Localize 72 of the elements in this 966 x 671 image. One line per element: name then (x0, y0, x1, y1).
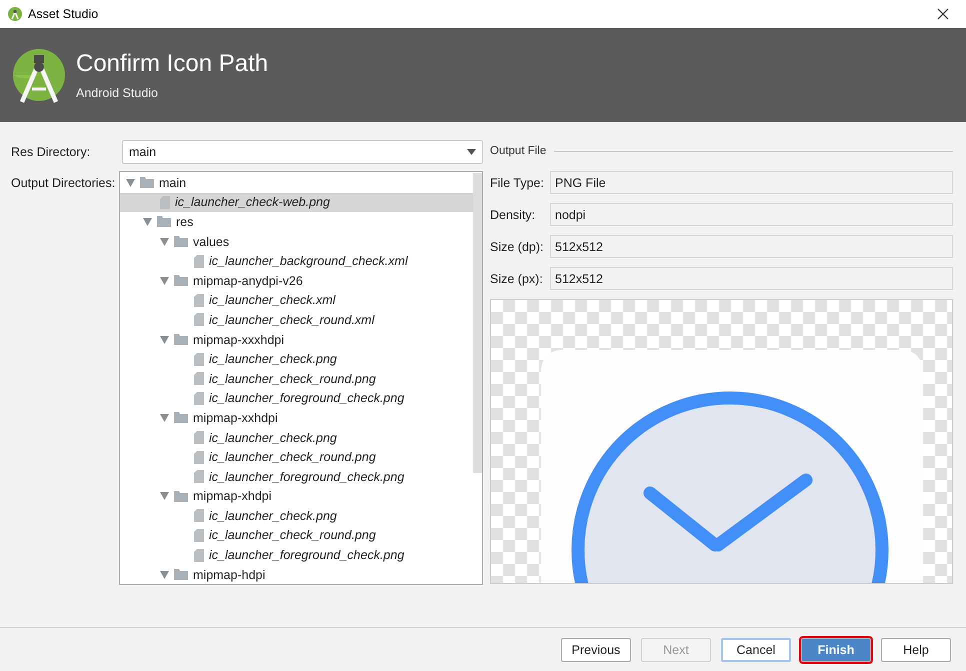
file-icon (194, 509, 204, 522)
expanded-arrow-icon[interactable] (143, 218, 152, 226)
expanded-arrow-icon[interactable] (126, 178, 135, 187)
tree-item[interactable]: ic_launcher_background_check.xml (120, 251, 473, 271)
field-label: Res Directory: (11, 144, 92, 161)
file-icon (194, 548, 204, 562)
tree-item[interactable]: values (120, 232, 473, 252)
window-title: Asset Studio (28, 7, 98, 21)
tree-item[interactable]: ic_launcher_check_round.png (120, 447, 473, 467)
expanded-arrow-icon[interactable] (160, 238, 169, 246)
folder-icon (174, 275, 188, 286)
readonly-field[interactable]: 512x512 (550, 267, 953, 290)
readonly-field[interactable]: nodpi (550, 203, 953, 226)
tree-item[interactable]: mipmap-anydpi-v26 (120, 270, 473, 291)
tree-item[interactable]: main (120, 173, 473, 193)
tree-item[interactable]: mipmap-xxhdpi (120, 408, 473, 428)
file-icon (194, 372, 204, 386)
file-icon (194, 528, 204, 542)
folder-icon (140, 177, 154, 188)
expanded-arrow-icon[interactable] (160, 276, 169, 285)
tree-item[interactable]: ic_launcher_check.png (120, 506, 473, 526)
tree-item[interactable]: ic_launcher_check.png (120, 428, 473, 448)
page-title: Confirm Icon Path (76, 50, 268, 78)
page-subtitle: Android Studio (76, 86, 160, 100)
tree-item[interactable]: mipmap-xhdpi (120, 486, 473, 506)
tree-item[interactable]: ic_launcher_foreground_check.png (120, 466, 473, 486)
tree-item[interactable]: mipmap-hdpi (120, 564, 473, 584)
expanded-arrow-icon[interactable] (160, 492, 169, 500)
dialog-button[interactable]: Cancel (721, 638, 791, 662)
folder-icon (174, 236, 188, 248)
tree-item[interactable]: ic_launcher_foreground_check.png (120, 388, 473, 408)
file-icon (194, 313, 204, 326)
tree-item[interactable]: ic_launcher_check_round.png (120, 526, 473, 546)
tree-item[interactable]: res (120, 212, 473, 232)
field-label: Output Directories: (11, 175, 116, 192)
tree-item[interactable]: mipmap-xxxhdpi (120, 330, 473, 350)
file-icon (194, 352, 204, 366)
field-label: File Type: (490, 176, 545, 190)
folder-icon (174, 569, 188, 580)
folder-icon (174, 490, 188, 502)
app-logo-icon (8, 7, 22, 21)
file-icon (194, 294, 204, 307)
tree-item[interactable]: ic_launcher_foreground_check.png (120, 545, 473, 565)
expanded-arrow-icon[interactable] (160, 414, 169, 422)
expanded-arrow-icon[interactable] (160, 336, 169, 344)
file-icon (160, 196, 170, 209)
dialog-button[interactable]: Previous (561, 638, 631, 662)
res-directory-dropdown[interactable]: main (122, 140, 483, 164)
caret-icon (467, 149, 476, 155)
folder-icon (174, 334, 188, 346)
tree-item[interactable]: ic_launcher_check_round.xml (120, 310, 473, 330)
folder-icon (157, 216, 171, 228)
expanded-arrow-icon[interactable] (160, 570, 169, 579)
field-label: Size (px): (490, 272, 544, 286)
section-title: Output File (490, 145, 546, 157)
field-label: Size (dp): (490, 240, 544, 254)
tree-item[interactable]: ic_launcher_check.xml (120, 290, 473, 310)
field-label: Density: (490, 208, 536, 222)
file-icon (194, 254, 204, 268)
folder-icon (174, 412, 188, 424)
dialog-button[interactable]: Finish (801, 638, 871, 662)
file-icon (194, 392, 204, 405)
file-icon (194, 431, 204, 444)
readonly-field[interactable]: 512x512 (550, 235, 953, 258)
readonly-field[interactable]: PNG File (550, 171, 953, 194)
tree-item[interactable]: ic_launcher_check.png (120, 349, 473, 369)
scrollbar-thumb[interactable] (473, 173, 482, 473)
file-icon (194, 450, 204, 464)
tree-item[interactable]: ic_launcher_check-web.png (120, 192, 473, 212)
file-icon (194, 470, 204, 484)
dialog-button[interactable]: Help (881, 638, 951, 662)
tree-item[interactable]: ic_launcher_check_round.png (120, 368, 473, 389)
